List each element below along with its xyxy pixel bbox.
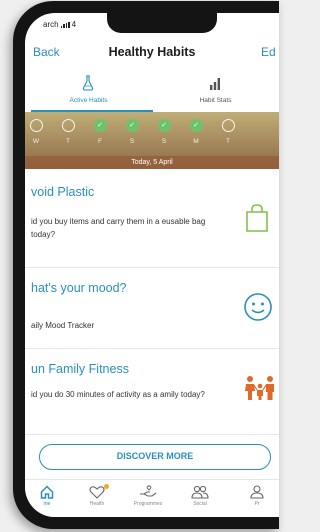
empty-circle-icon xyxy=(221,119,235,132)
check-icon: ✓ xyxy=(93,119,107,132)
smiley-icon xyxy=(244,293,272,321)
week-day-5[interactable]: ✓ M xyxy=(186,119,206,145)
week-day-4[interactable]: ✓ S xyxy=(154,119,174,145)
status-bar: arch 4 xyxy=(43,20,76,29)
bar-chart-icon xyxy=(210,78,220,90)
empty-circle-icon xyxy=(29,119,43,132)
family-icon xyxy=(245,376,274,400)
habit-description: id you do 30 minutes of activity as a am… xyxy=(31,390,205,399)
habit-card-mood[interactable]: hat's your mood? aily Mood Tracker xyxy=(25,267,279,349)
habit-title: void Plastic xyxy=(31,185,95,199)
heart-icon xyxy=(89,486,105,499)
bottom-tab-label: Pr xyxy=(254,501,260,507)
edit-button[interactable]: Ed xyxy=(261,45,276,59)
bottom-tab-bar: me Health Programmes Social Pr xyxy=(25,479,279,517)
discover-more-button[interactable]: DISCOVER MORE xyxy=(39,444,271,470)
check-icon: ✓ xyxy=(157,119,171,132)
home-icon xyxy=(40,485,54,499)
tab-habit-stats-label: Habit Stats xyxy=(199,97,232,104)
habit-card-family-fitness[interactable]: un Family Fitness id you do 30 minutes o… xyxy=(25,348,279,435)
habit-description: aily Mood Tracker xyxy=(31,321,95,330)
week-day-1[interactable]: T xyxy=(58,119,78,145)
bottom-tab-label: Health xyxy=(89,501,105,507)
habit-title: hat's your mood? xyxy=(31,281,127,295)
check-icon: ✓ xyxy=(125,119,139,132)
week-day-letter: W xyxy=(32,138,40,145)
check-icon: ✓ xyxy=(189,119,203,132)
app-screen: arch 4 Back Healthy Habits Ed Active Hab… xyxy=(25,13,279,517)
week-day-3[interactable]: ✓ S xyxy=(122,119,142,145)
week-day-letter: T xyxy=(66,138,70,145)
clock-text: 4 xyxy=(71,20,77,29)
phone-frame: arch 4 Back Healthy Habits Ed Active Hab… xyxy=(13,1,279,529)
flask-icon xyxy=(82,75,94,91)
habit-tabs: Active Habits Habit Stats xyxy=(25,68,279,113)
bottom-tab-label: me xyxy=(43,501,51,507)
signal-icon xyxy=(60,21,70,28)
carrier-text: arch xyxy=(43,20,59,29)
habit-title: un Family Fitness xyxy=(31,362,129,376)
today-date-banner: Today, 5 April xyxy=(25,156,279,169)
bottom-tab-health[interactable]: Health xyxy=(75,480,119,517)
week-day-6[interactable]: T xyxy=(218,119,238,145)
habit-description: id you buy items and carry them in a eus… xyxy=(31,217,206,239)
tab-habit-stats[interactable]: Habit Stats xyxy=(152,68,279,112)
week-day-letter: T xyxy=(226,138,230,145)
bottom-tab-label: Social xyxy=(193,501,207,507)
device-notch xyxy=(107,13,217,33)
shopping-bag-icon xyxy=(246,204,268,232)
person-icon xyxy=(250,485,264,499)
people-icon xyxy=(191,485,209,499)
habit-card-avoid-plastic[interactable]: void Plastic id you buy items and carry … xyxy=(25,169,279,268)
bottom-tab-home[interactable]: me xyxy=(25,480,69,517)
notification-dot xyxy=(104,484,109,489)
week-day-0[interactable]: W xyxy=(26,119,46,145)
bottom-tab-profile[interactable]: Pr xyxy=(235,480,279,517)
nav-bar: Back Healthy Habits Ed xyxy=(25,41,279,63)
hand-heart-icon xyxy=(140,485,157,497)
week-day-letter: S xyxy=(161,138,167,145)
bottom-tab-social[interactable]: Social xyxy=(178,480,222,517)
tab-active-habits-label: Active Habits xyxy=(69,97,108,104)
week-tracker: W T ✓ F ✓ S ✓ S ✓ M T Today, 5 April xyxy=(25,112,279,169)
bottom-tab-programmes[interactable]: Programmes xyxy=(126,480,170,517)
bottom-tab-label: Programmes xyxy=(133,501,163,507)
week-day-letter: M xyxy=(193,138,199,145)
week-day-letter: S xyxy=(129,138,135,145)
week-day-letter: F xyxy=(98,138,102,145)
tab-active-habits[interactable]: Active Habits xyxy=(25,68,152,112)
page-title: Healthy Habits xyxy=(108,45,196,59)
empty-circle-icon xyxy=(61,119,75,132)
week-day-2[interactable]: ✓ F xyxy=(90,119,110,145)
